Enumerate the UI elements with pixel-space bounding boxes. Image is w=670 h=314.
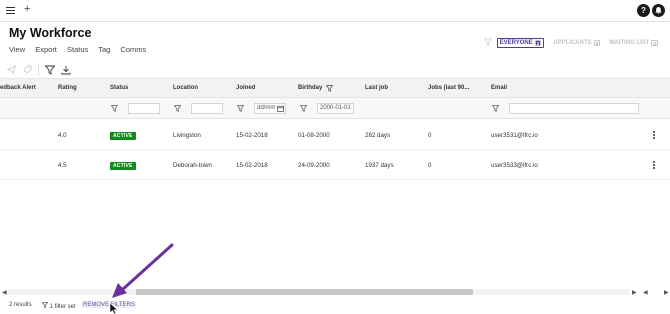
column-feedback-alert[interactable]: edback Alert — [0, 85, 36, 91]
joined-cell: 15-02-2018 — [236, 132, 268, 139]
status-badge: ACTIVE — [110, 132, 136, 140]
calendar-icon — [277, 105, 284, 112]
filter-set-indicator: 1 filter set — [41, 302, 76, 310]
location-filter-icon[interactable] — [173, 105, 182, 114]
segment-tabs: EVERYONE 2 APPLICANTS 0 WAITING LIST 0 — [483, 37, 658, 49]
results-count: 2 results — [9, 302, 32, 308]
bell-icon[interactable] — [652, 4, 665, 17]
column-location[interactable]: Location — [173, 85, 198, 91]
plus-icon[interactable]: + — [24, 3, 30, 15]
filter-row: dd/mm 2000-01-01 - — [0, 98, 670, 119]
column-last-job[interactable]: Last job — [365, 85, 388, 91]
nav-view[interactable]: View — [9, 45, 25, 54]
nav-status[interactable]: Status — [67, 45, 88, 54]
tab-applicants-label: APPLICANTS — [553, 40, 592, 46]
table-header: edback Alert Rating Status Location Join… — [0, 78, 670, 98]
birthday-cell: 01-08-2000 — [298, 132, 330, 139]
footer-bar: 2 results 1 filter set REMOVE FILTERS — [0, 298, 670, 314]
tag-icon[interactable] — [22, 65, 32, 75]
more-options-icon[interactable] — [653, 131, 657, 140]
column-status[interactable]: Status — [110, 85, 128, 91]
table-row[interactable]: 4.5 ACTIVE Deborah-town 15-02-2018 24-09… — [0, 150, 670, 180]
email-cell[interactable]: user3533@lfrc.io — [491, 162, 538, 169]
joined-filter-input[interactable]: dd/mm — [254, 103, 286, 114]
filter-icon[interactable] — [45, 65, 55, 75]
scroll-right-alt-icon[interactable]: ▶ — [664, 289, 669, 296]
tab-everyone-label: EVERYONE — [499, 40, 533, 46]
nav-comms[interactable]: Comms — [120, 45, 146, 54]
horizontal-scrollbar[interactable]: ◀ ▶ ◀ ▶ — [0, 287, 670, 297]
location-filter-input[interactable] — [191, 103, 223, 114]
scroll-left-alt-icon[interactable]: ◀ — [643, 289, 648, 296]
jobs-cell: 0 — [428, 132, 432, 139]
status-filter-icon[interactable] — [110, 105, 119, 114]
tab-applicants[interactable]: APPLICANTS 0 — [553, 40, 601, 46]
scroll-left-icon[interactable]: ◀ — [2, 289, 7, 296]
column-jobs-last-90[interactable]: Jobs (last 90... — [428, 85, 469, 91]
jobs-cell: 0 — [428, 162, 432, 169]
rating-cell: 4.5 — [58, 162, 67, 169]
email-filter-icon[interactable] — [491, 105, 500, 114]
column-email[interactable]: Email — [491, 85, 507, 91]
column-joined[interactable]: Joined — [236, 85, 255, 91]
rating-cell: 4.0 — [58, 132, 67, 139]
toolbar-divider — [38, 64, 39, 75]
scroll-right-icon[interactable]: ▶ — [632, 289, 637, 296]
tab-waiting-list-count: 0 — [651, 40, 658, 46]
email-cell[interactable]: user3531@lfrc.io — [491, 132, 538, 139]
filter-icon — [483, 38, 492, 48]
tab-applicants-count: 0 — [593, 40, 601, 46]
tab-waiting-list-label: WAITING LIST — [609, 40, 650, 46]
joined-filter-placeholder: dd/mm — [257, 105, 276, 111]
more-options-icon[interactable] — [653, 161, 657, 170]
toolbar — [6, 64, 77, 75]
top-bar: + ? — [0, 0, 670, 22]
help-icon[interactable]: ? — [637, 4, 650, 17]
location-cell: Livingston — [173, 132, 201, 139]
hamburger-icon[interactable] — [6, 7, 15, 15]
filter-set-label: 1 filter set — [49, 304, 76, 310]
nav-tag[interactable]: Tag — [98, 45, 110, 54]
remove-filters-button[interactable]: REMOVE FILTERS — [82, 302, 136, 308]
tab-everyone-count: 2 — [534, 40, 542, 46]
last-job-cell: 1937 days — [365, 162, 394, 169]
birthday-filter-active-icon[interactable] — [325, 85, 334, 94]
birthday-filter-icon[interactable] — [299, 105, 308, 114]
birthday-filter-input[interactable]: 2000-01-01 - — [317, 103, 354, 114]
column-birthday[interactable]: Birthday — [298, 85, 322, 91]
nav-export[interactable]: Export — [35, 45, 57, 54]
tab-waiting-list[interactable]: WAITING LIST 0 — [609, 40, 658, 46]
scroll-thumb[interactable] — [136, 289, 473, 295]
status-badge: ACTIVE — [110, 162, 136, 170]
location-cell: Deborah-town — [173, 162, 212, 169]
joined-cell: 15-02-2018 — [236, 162, 268, 169]
table-row[interactable]: 4.0 ACTIVE Livingston 15-02-2018 01-08-2… — [0, 120, 670, 150]
joined-filter-icon[interactable] — [236, 105, 245, 114]
send-icon[interactable] — [6, 65, 16, 75]
filter-icon — [41, 302, 49, 309]
email-filter-input[interactable] — [509, 103, 639, 114]
action-menu: View Export Status Tag Comms — [9, 45, 154, 54]
tab-everyone[interactable]: EVERYONE 2 — [496, 38, 545, 48]
birthday-cell: 24-09-2000 — [298, 162, 330, 169]
page-title: My Workforce — [9, 26, 92, 40]
download-icon[interactable] — [61, 65, 71, 75]
status-filter-input[interactable] — [128, 103, 160, 114]
last-job-cell: 282 days — [365, 132, 391, 139]
column-rating[interactable]: Rating — [58, 85, 77, 91]
